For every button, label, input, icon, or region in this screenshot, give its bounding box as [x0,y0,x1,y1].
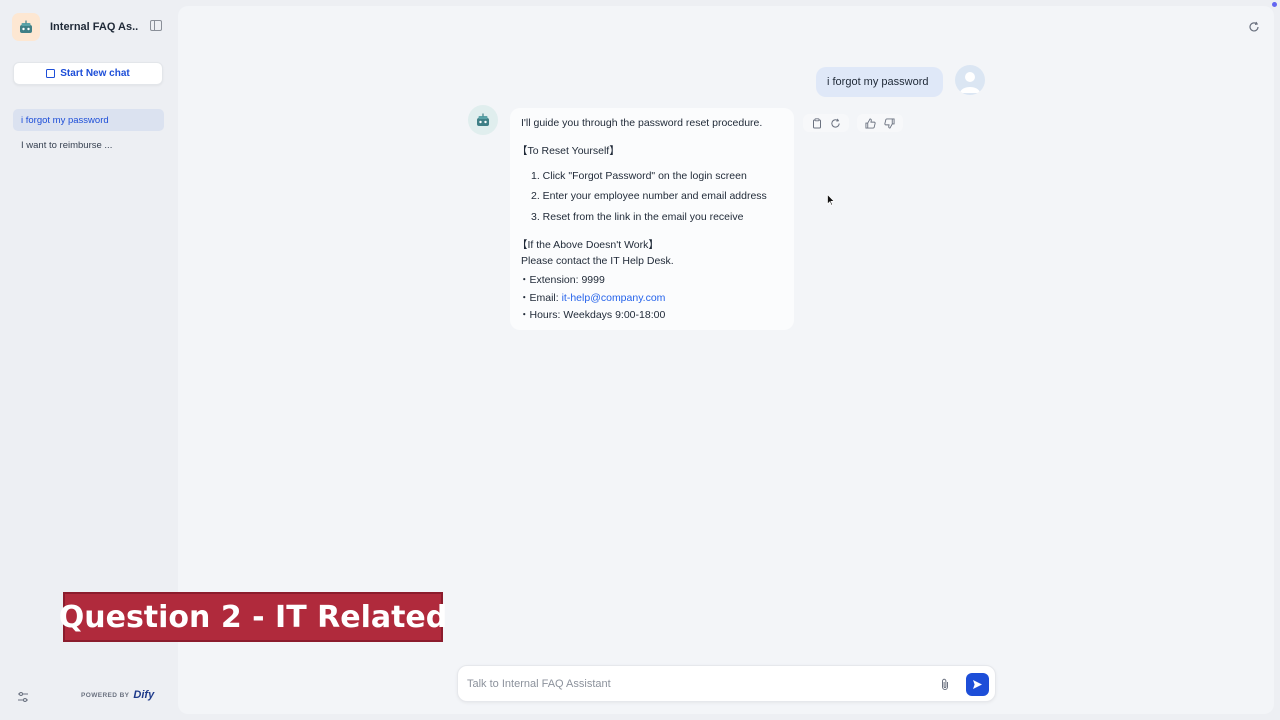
email-link[interactable]: it-help@company.com [562,292,666,304]
robot-icon [12,13,40,41]
copy-icon[interactable] [811,117,822,129]
user-message-text: i forgot my password [827,76,929,88]
paperclip-icon[interactable] [940,678,950,691]
bot-step: 3. Reset from the link in the email you … [531,211,744,223]
bot-contact-line: Please contact the IT Help Desk. [521,255,674,267]
mouse-cursor-icon [827,193,836,206]
action-group-feedback [857,114,903,132]
bot-message-bubble: I'll guide you through the password rese… [510,108,794,330]
video-caption-text: Question 2 - IT Related [58,599,448,635]
action-group-copy [803,114,849,132]
thumbs-down-icon[interactable] [884,117,895,129]
bot-avatar-icon [468,105,498,135]
bot-section-title: 【If the Above Doesn't Work】 [517,239,659,251]
bot-email-line: ・Email: it-help@company.com [519,290,665,305]
powered-by-label: POWERED BY [81,691,130,699]
start-new-chat-label: Start New chat [60,68,130,79]
dify-logo[interactable]: Dify [133,689,154,701]
video-caption-banner: Question 2 - IT Related [59,592,447,642]
message-actions [803,114,903,132]
bot-section-title: 【To Reset Yourself】 [517,145,620,157]
chat-input[interactable] [467,675,927,693]
user-message-bubble: i forgot my password [816,67,943,97]
bot-step: 1. Click "Forgot Password" on the login … [531,170,747,182]
conversation-label: I want to reimburse ... [21,139,113,151]
chat-input-box [457,665,996,702]
edit-icon [46,69,56,78]
start-new-chat-button[interactable]: Start New chat [13,62,163,85]
conversation-item-active[interactable]: i forgot my password [13,109,164,131]
bot-hours: ・Hours: Weekdays 9:00-18:00 [519,309,666,321]
bot-email-prefix: ・Email: [519,292,562,304]
bot-intro: I'll guide you through the password rese… [521,117,763,129]
powered-by: POWERED BY Dify [81,689,154,701]
status-dot [1272,2,1277,7]
send-icon [973,680,982,689]
refresh-icon[interactable] [1248,20,1260,32]
user-avatar-icon [955,65,985,95]
thumbs-up-icon[interactable] [865,117,876,129]
settings-sliders-icon[interactable] [17,690,29,702]
conversation-label: i forgot my password [21,114,109,126]
sidebar-toggle-icon[interactable] [150,20,162,31]
bot-extension: ・Extension: 9999 [519,274,605,286]
app-header: Internal FAQ As... [12,12,168,42]
bot-step: 2. Enter your employee number and email … [531,190,767,202]
send-button[interactable] [966,673,989,696]
app-title: Internal FAQ As... [50,21,138,33]
conversation-item[interactable]: I want to reimburse ... [13,134,164,156]
regenerate-icon[interactable] [830,118,841,129]
